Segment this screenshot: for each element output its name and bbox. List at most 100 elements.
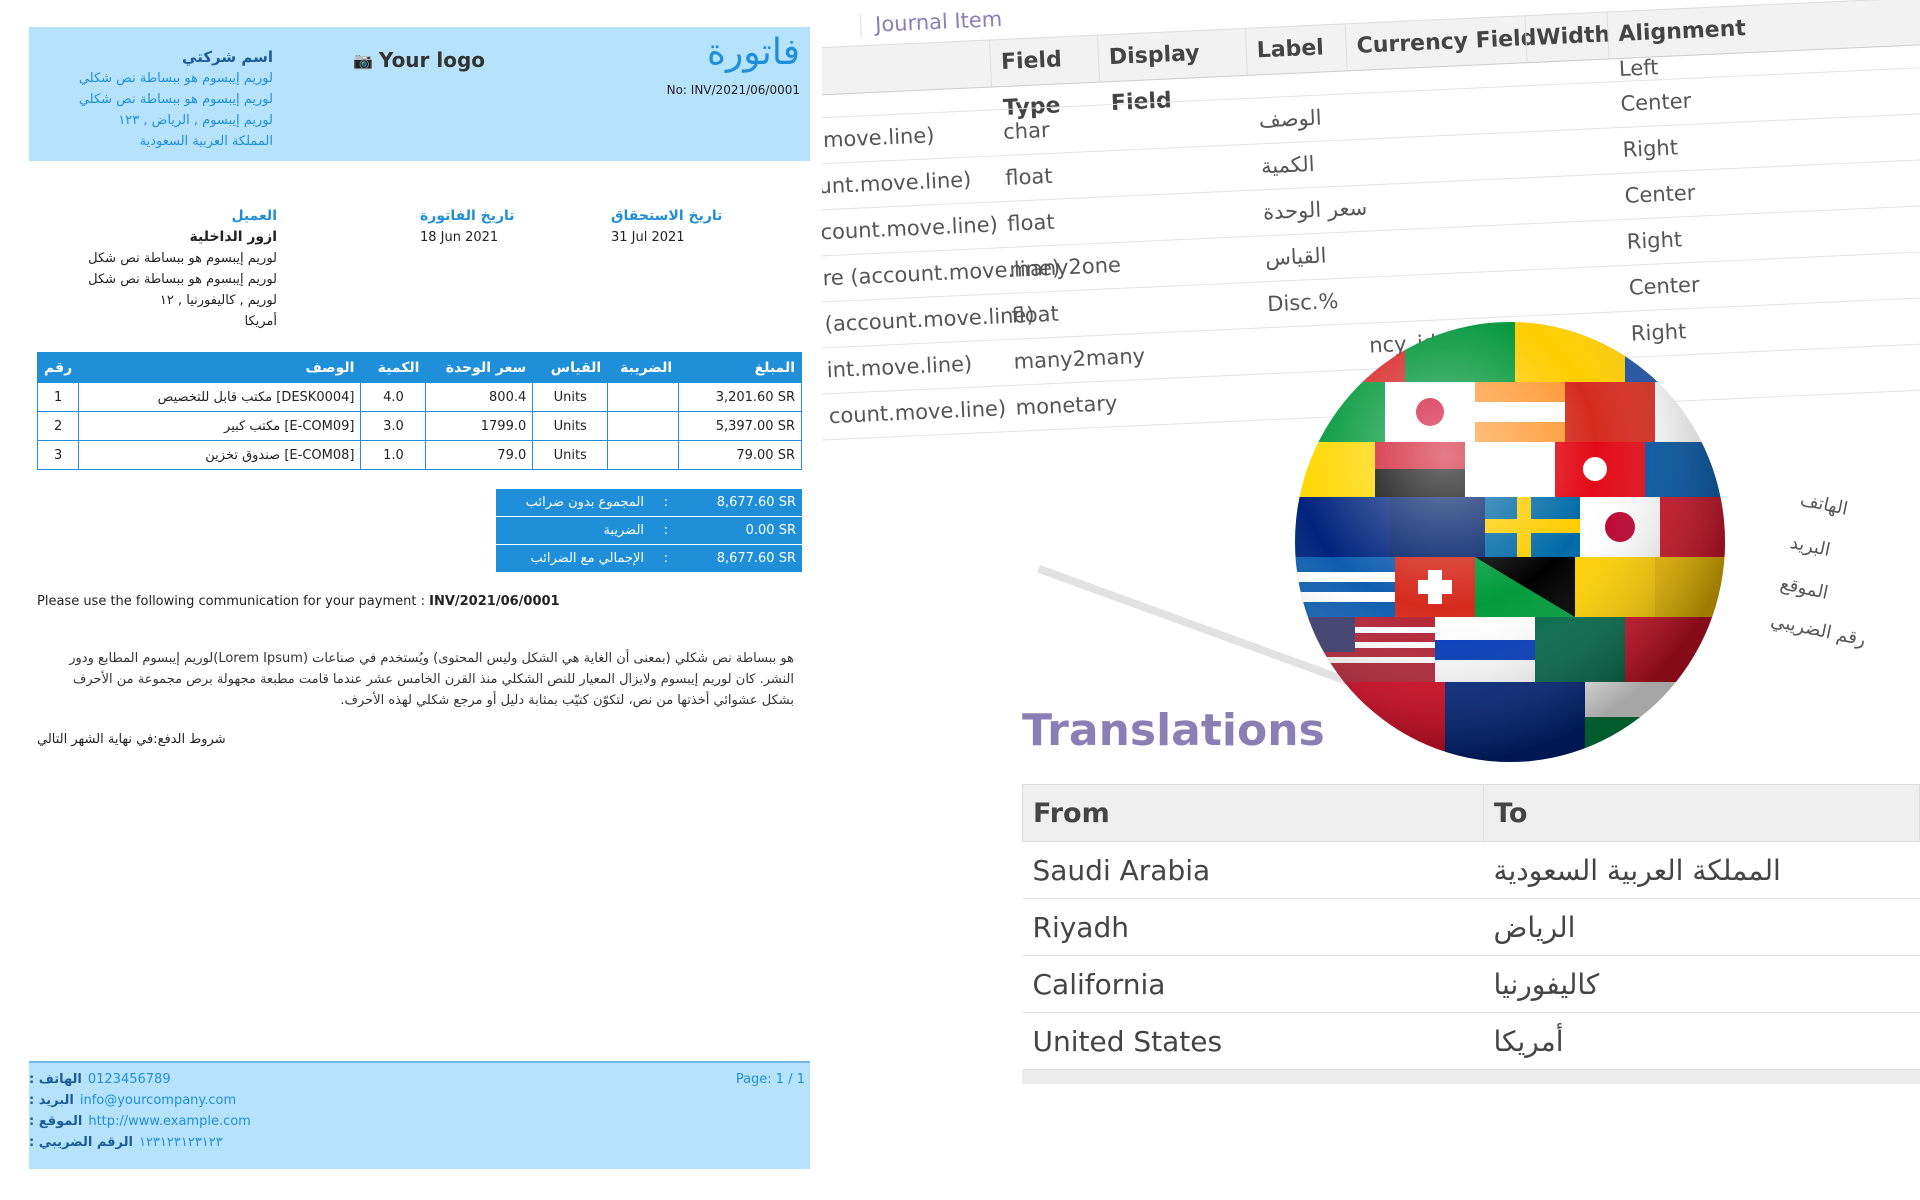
- col-alignment-header[interactable]: Alignment: [1606, 5, 1760, 59]
- customer-address-line: لوريم إيبسوم هو ببساطة نص شكل: [88, 272, 277, 287]
- line-unit-price: 1799.0: [425, 411, 534, 441]
- payment-terms: شروط الدفع:في نهاية الشهر التالي: [37, 732, 226, 747]
- row-field-type: float: [1004, 163, 1053, 190]
- invoice-document: فاتورة No: INV/2021/06/0001 📷 Your logo …: [0, 0, 820, 1200]
- payment-reference: INV/2021/06/0001: [429, 594, 560, 609]
- row-alignment: Center: [1624, 180, 1696, 208]
- row-field-name: int.move.line): [826, 351, 973, 383]
- customer-address-line: أمريكا: [244, 314, 277, 329]
- line-uom: Units: [532, 411, 609, 441]
- tax-label: الضريبة: [496, 516, 651, 545]
- due-date-label: تاريخ الاستحقاق: [611, 208, 723, 224]
- footer-email-label: البريد :: [29, 1093, 74, 1108]
- col-price-header: سعر الوحدة: [425, 352, 534, 383]
- translation-from: United States: [1022, 1012, 1484, 1070]
- row-field-type: monetary: [1015, 391, 1118, 420]
- table-header-row: رقم الوصف الكمية سعر الوحدة القياس الضري…: [36, 352, 802, 383]
- col-label-header[interactable]: Label: [1244, 23, 1358, 75]
- col-field-type-header[interactable]: Field Type: [989, 35, 1110, 121]
- footer-website-label: الموقع :: [29, 1114, 83, 1129]
- line-uom: Units: [532, 440, 609, 470]
- footer-phone-label: الهاتف :: [29, 1072, 82, 1087]
- translations-table: From To Saudi Arabia المملكة العربية الس…: [1022, 784, 1920, 1070]
- company-address: اسم شركتي لوريم إيبسوم هو ببساطة نص شكلي…: [38, 46, 273, 152]
- untaxed-value: 8,677.60 SR: [681, 489, 802, 517]
- customer-address-line: لوريم إيبسوم هو ببساطة نص شكل: [88, 251, 277, 266]
- globe-flags-icon: [1295, 322, 1725, 762]
- totals-row: الإجمالي مع الضرائب : 8,677.60 SR: [496, 544, 802, 573]
- company-name: اسم شركتي: [182, 48, 273, 66]
- company-logo: 📷 Your logo: [353, 48, 485, 72]
- row-alignment: Right: [1630, 319, 1687, 346]
- footer-email: البريد : info@yourcompany.com: [29, 1093, 236, 1108]
- table-row: 3 [E-COM08] صندوق تخزين 1.0 79.0 Units 7…: [36, 440, 802, 470]
- line-quantity: 4.0: [360, 382, 427, 412]
- totals-row: المجموع بدون ضرائب : 8,677.60 SR: [496, 489, 802, 517]
- table-row: 2 [E-COM09] مكتب كبير 3.0 1799.0 Units 5…: [36, 411, 802, 441]
- untaxed-label: المجموع بدون ضرائب: [496, 489, 651, 517]
- row-field-type: many2one: [1008, 252, 1122, 282]
- side-label: رقم الضريبي: [1768, 610, 1868, 651]
- footer-website-value[interactable]: http://www.example.com: [88, 1114, 251, 1129]
- tab-journal-item[interactable]: Journal Item: [859, 6, 1003, 38]
- company-address-line: لوريم إيبسوم هو ببساطة نص شكلي: [78, 92, 273, 107]
- payment-communication: Please use the following communication f…: [37, 594, 560, 609]
- translation-to: المملكة العربية السعودية: [1483, 841, 1920, 899]
- company-address-line: لوريم إيبسوم , الرياض , ١٢٣: [118, 113, 273, 128]
- translation-to: أمريكا: [1483, 1012, 1920, 1070]
- invoice-lines-table: رقم الوصف الكمية سعر الوحدة القياس الضري…: [36, 352, 802, 470]
- row-alignment: Right: [1622, 135, 1679, 162]
- row-field-type: char: [1002, 117, 1051, 144]
- footer-email-value[interactable]: info@yourcompany.com: [80, 1093, 236, 1108]
- col-to-header[interactable]: To: [1483, 784, 1920, 842]
- table-row[interactable]: Riyadh الرياض: [1022, 898, 1920, 956]
- customer-address-line: لوريم , كاليفورنيا , ١٢: [159, 293, 277, 308]
- invoice-totals: المجموع بدون ضرائب : 8,677.60 SR الضريبة…: [496, 489, 802, 573]
- tax-value: 0.00 SR: [681, 516, 802, 545]
- col-tax-header: الضريبة: [607, 352, 680, 383]
- table-row[interactable]: United States أمريكا: [1022, 1012, 1920, 1070]
- company-address-line: لوريم إيبسوم هو ببساطة نص شكلي: [78, 71, 273, 86]
- row-field-name: .move.line): [822, 123, 935, 153]
- footer-phone: الهاتف : 0123456789: [29, 1072, 171, 1087]
- line-amount: 79.00 SR: [678, 440, 802, 470]
- row-alignment: Left: [1618, 55, 1659, 81]
- line-description: [E-COM08] صندوق تخزين: [78, 440, 362, 470]
- translations-footer-bar: [1022, 1070, 1920, 1084]
- line-number: 2: [36, 411, 80, 441]
- table-row[interactable]: Saudi Arabia المملكة العربية السعودية: [1022, 841, 1920, 899]
- row-label: الكمية: [1260, 151, 1316, 179]
- due-date-block: تاريخ الاستحقاق 31 Jul 2021: [611, 205, 761, 248]
- line-unit-price: 79.0: [425, 440, 534, 470]
- invoice-date-block: تاريخ الفاتورة 18 Jun 2021: [420, 205, 570, 248]
- total-value: 8,677.60 SR: [681, 544, 802, 573]
- row-alignment: Center: [1620, 88, 1692, 116]
- invoice-note: هو ببساطة نص شكلي (بمعنى أن الغاية هي ال…: [69, 651, 794, 708]
- col-desc-header: الوصف: [78, 352, 362, 383]
- footer-tax-label: الرقم الضريبي :: [29, 1135, 133, 1150]
- translation-from: California: [1022, 955, 1484, 1013]
- table-row[interactable]: California كاليفورنيا: [1022, 955, 1920, 1013]
- totals-colon: :: [650, 489, 682, 517]
- line-number: 1: [36, 382, 80, 412]
- row-field-type: float: [1006, 209, 1056, 236]
- customer-name: ازور الداخلية: [189, 229, 277, 245]
- row-label: القياس: [1264, 243, 1327, 271]
- company-address-line: المملكة العربية السعودية: [139, 134, 273, 149]
- row-label: سعر الوحدة: [1262, 195, 1368, 225]
- line-number: 3: [36, 440, 80, 470]
- col-uom-header: القياس: [532, 352, 609, 383]
- page-number: Page: 1 / 1: [735, 1072, 805, 1087]
- col-width-header[interactable]: Width: [1524, 12, 1620, 63]
- row-alignment: Center: [1628, 272, 1701, 300]
- translations-header-row: From To: [1022, 784, 1920, 842]
- invoice-date-label: تاريخ الفاتورة: [420, 208, 515, 224]
- invoice-header: فاتورة No: INV/2021/06/0001 📷 Your logo …: [29, 27, 810, 161]
- col-from-header[interactable]: From: [1022, 784, 1484, 842]
- line-quantity: 1.0: [360, 440, 427, 470]
- logo-text: Your logo: [378, 48, 486, 72]
- row-alignment: Right: [1626, 227, 1683, 254]
- footer-tax-value: ١٢٣١٢٣١٢٣١٢٣: [138, 1135, 223, 1150]
- invoice-footer: الهاتف : 0123456789 البريد : info@yourco…: [29, 1061, 810, 1169]
- col-num-header: رقم: [36, 352, 80, 383]
